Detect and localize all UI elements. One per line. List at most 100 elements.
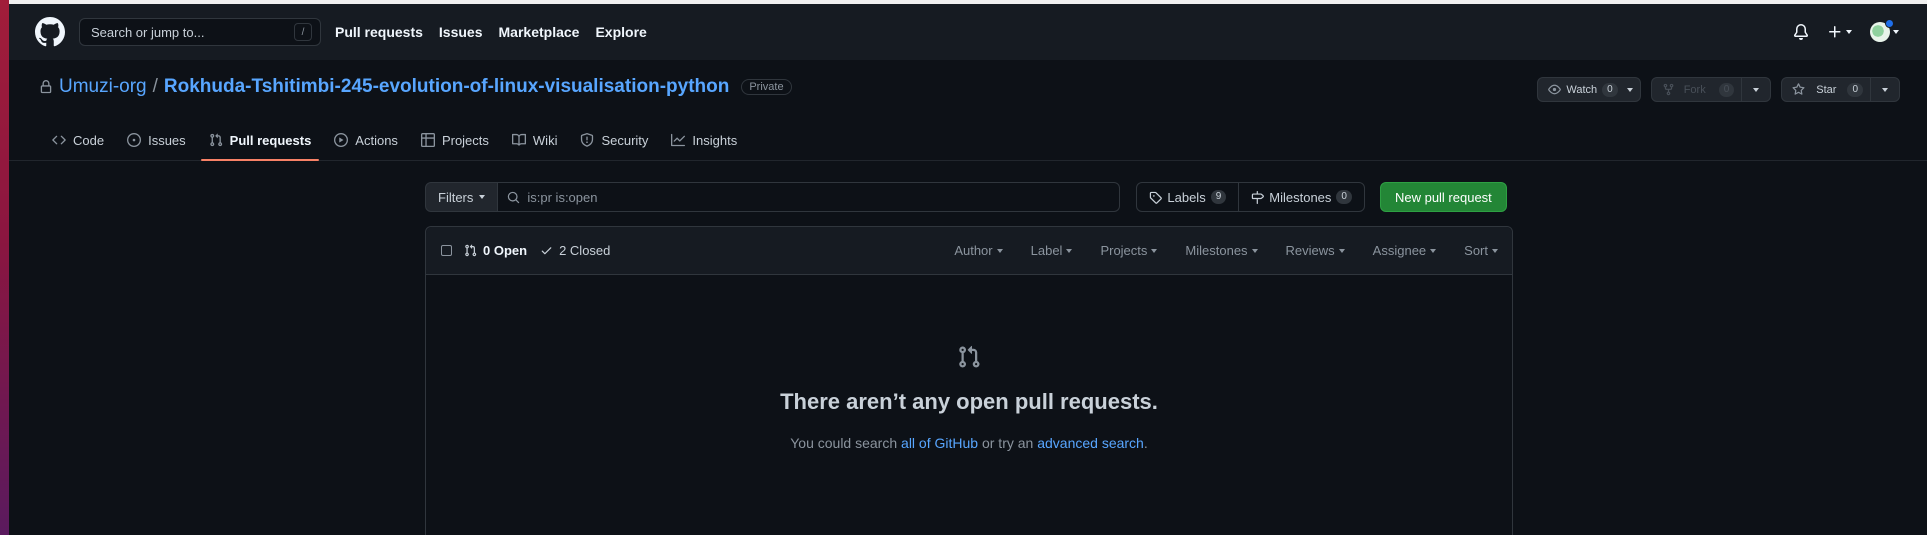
pr-list-box: 0 Open 2 Closed Author Label Projects Mi…	[425, 226, 1513, 535]
text-after: .	[1143, 435, 1148, 451]
tab-insights[interactable]: Insights	[663, 120, 745, 160]
watch-button[interactable]: Watch 0	[1538, 78, 1639, 101]
nav-issues[interactable]: Issues	[439, 24, 483, 40]
closed-prs-filter[interactable]: 2 Closed	[540, 243, 610, 258]
advanced-search-link[interactable]: advanced search	[1037, 435, 1144, 451]
chevron-down-icon	[996, 248, 1003, 253]
tab-pull-requests[interactable]: Pull requests	[200, 120, 320, 161]
tab-security[interactable]: Security	[572, 120, 656, 160]
eye-icon	[1548, 84, 1562, 95]
star-label: Star	[1816, 83, 1837, 96]
tab-projects[interactable]: Projects	[413, 120, 497, 160]
pr-subnav: Filters is:pr is:open Labels 9 Milestone…	[425, 182, 1513, 212]
filter-label: Label	[1030, 243, 1063, 258]
labels-link[interactable]: Labels 9	[1137, 183, 1238, 211]
visibility-badge: Private	[741, 79, 792, 95]
github-logo-icon[interactable]	[35, 17, 65, 47]
tag-icon	[1150, 191, 1163, 204]
code-icon	[52, 135, 66, 145]
fork-dropdown-button[interactable]	[1741, 78, 1770, 101]
repo-actions: Watch 0 Fork 0 Star 0	[1537, 77, 1900, 102]
blankslate-text: You could search all of GitHub or try an…	[426, 435, 1512, 451]
git-pull-request-icon	[209, 133, 222, 147]
milestones-filter[interactable]: Milestones	[1185, 243, 1258, 258]
global-search-input[interactable]: Search or jump to... /	[79, 18, 321, 46]
labels-count: 9	[1210, 190, 1227, 204]
blankslate: There aren’t any open pull requests. You…	[426, 275, 1512, 451]
tab-label: Projects	[441, 132, 489, 148]
milestones-link[interactable]: Milestones 0	[1238, 183, 1364, 211]
global-nav: Pull requests Issues Marketplace Explore	[335, 24, 647, 40]
filters-label: Filters	[438, 189, 474, 205]
watch-label: Watch	[1566, 83, 1598, 96]
lock-icon	[40, 80, 52, 94]
select-all-checkbox[interactable]	[441, 245, 452, 256]
tab-label: Code	[73, 132, 105, 148]
assignee-filter[interactable]: Assignee	[1373, 243, 1437, 258]
sort-filter[interactable]: Sort	[1464, 243, 1498, 258]
new-pull-request-button[interactable]: New pull request	[1379, 182, 1507, 212]
repo-nav: Code Issues Pull requests Actions Projec…	[9, 120, 1927, 161]
star-button-group: Star 0	[1781, 77, 1900, 102]
repo-name-link[interactable]: Rokhuda-Tshitimbi-245-evolution-of-linux…	[164, 76, 729, 98]
tab-actions[interactable]: Actions	[326, 120, 406, 160]
bell-icon[interactable]	[1793, 24, 1809, 40]
star-count: 0	[1847, 82, 1863, 97]
chevron-down-icon	[1492, 248, 1498, 253]
labels-label: Labels	[1167, 189, 1206, 205]
repo-path-separator: /	[152, 76, 158, 97]
author-filter[interactable]: Author	[954, 243, 1003, 258]
filter-label: Reviews	[1285, 243, 1335, 258]
tab-wiki[interactable]: Wiki	[504, 120, 566, 160]
list-filter-menus: Author Label Projects Milestones Reviews…	[926, 243, 1512, 258]
watch-count: 0	[1602, 82, 1618, 97]
projects-filter[interactable]: Projects	[1100, 243, 1158, 258]
chevron-down-icon	[1882, 87, 1888, 92]
tab-label: Wiki	[532, 132, 558, 148]
closed-count-label: 2 Closed	[559, 243, 611, 258]
chevron-down-icon	[1151, 248, 1158, 253]
fork-label: Fork	[1683, 83, 1706, 96]
star-dropdown-button[interactable]	[1870, 78, 1899, 101]
chevron-down-icon	[1753, 87, 1760, 92]
tab-code[interactable]: Code	[44, 120, 112, 160]
filters-button[interactable]: Filters	[425, 182, 499, 212]
text-before: You could search	[790, 435, 902, 451]
repo-title: Umuzi-org / Rokhuda-Tshitimbi-245-evolut…	[39, 76, 792, 98]
label-filter[interactable]: Label	[1031, 243, 1073, 258]
user-menu[interactable]	[1870, 19, 1899, 42]
repo-owner-link[interactable]: Umuzi-org	[59, 76, 147, 98]
all-of-github-link[interactable]: all of GitHub	[901, 435, 978, 451]
play-icon	[334, 133, 349, 147]
watch-button-group: Watch 0	[1537, 77, 1641, 102]
fork-button[interactable]: Fork 0	[1652, 78, 1742, 101]
pr-search-input[interactable]: is:pr is:open	[498, 182, 1121, 212]
tab-issues[interactable]: Issues	[119, 120, 194, 160]
chevron-down-icon	[1251, 248, 1258, 253]
shield-icon	[581, 133, 594, 147]
slash-shortcut-key: /	[294, 23, 312, 41]
reviews-filter[interactable]: Reviews	[1286, 243, 1345, 258]
table-icon	[420, 133, 435, 147]
plus-icon	[1829, 26, 1841, 38]
nav-marketplace[interactable]: Marketplace	[499, 24, 580, 40]
search-placeholder: Search or jump to...	[91, 24, 205, 40]
star-button[interactable]: Star 0	[1782, 78, 1870, 101]
fork-count: 0	[1718, 82, 1735, 97]
issue-opened-icon	[127, 133, 142, 147]
nav-explore[interactable]: Explore	[595, 24, 646, 40]
graph-icon	[671, 133, 686, 147]
text-middle: or try an	[978, 435, 1038, 451]
tab-label: Security	[601, 132, 649, 148]
avatar	[1870, 19, 1894, 42]
notification-dot	[1885, 19, 1894, 28]
chevron-down-icon	[479, 195, 486, 199]
open-prs-filter[interactable]: 0 Open	[464, 243, 527, 258]
labels-milestones-group: Labels 9 Milestones 0	[1136, 182, 1365, 212]
nav-pull-requests[interactable]: Pull requests	[335, 24, 423, 40]
tab-label: Issues	[148, 132, 186, 148]
star-icon	[1792, 83, 1805, 95]
create-new-menu[interactable]	[1827, 24, 1852, 40]
blankslate-title: There aren’t any open pull requests.	[780, 389, 1158, 414]
chevron-down-icon	[1626, 87, 1633, 92]
